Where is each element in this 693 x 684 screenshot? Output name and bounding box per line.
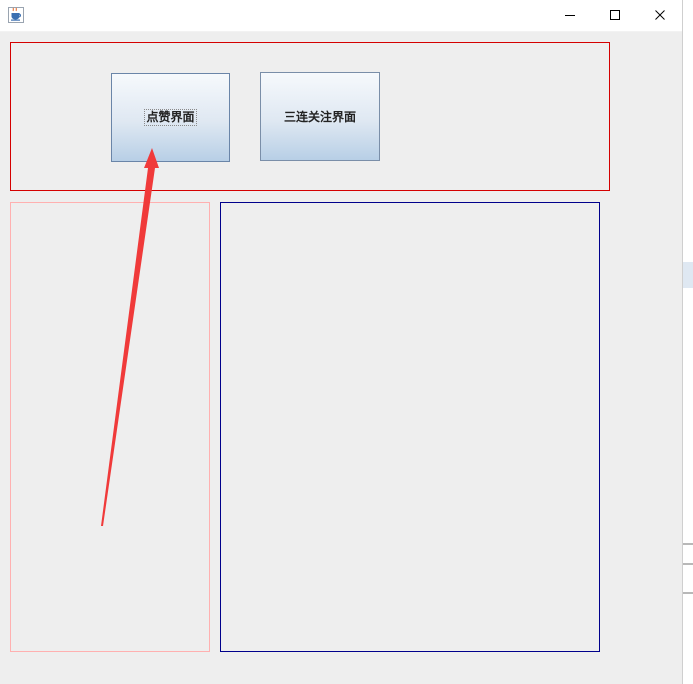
background-window-divider xyxy=(683,563,693,565)
background-window-fragment xyxy=(683,262,693,288)
annotation-arrow xyxy=(101,148,159,526)
background-window-divider xyxy=(683,592,693,594)
background-window-divider xyxy=(683,543,693,545)
annotation-arrow-shape xyxy=(101,148,159,526)
app-window: 点赞界面 三连关注界面 xyxy=(0,0,683,684)
